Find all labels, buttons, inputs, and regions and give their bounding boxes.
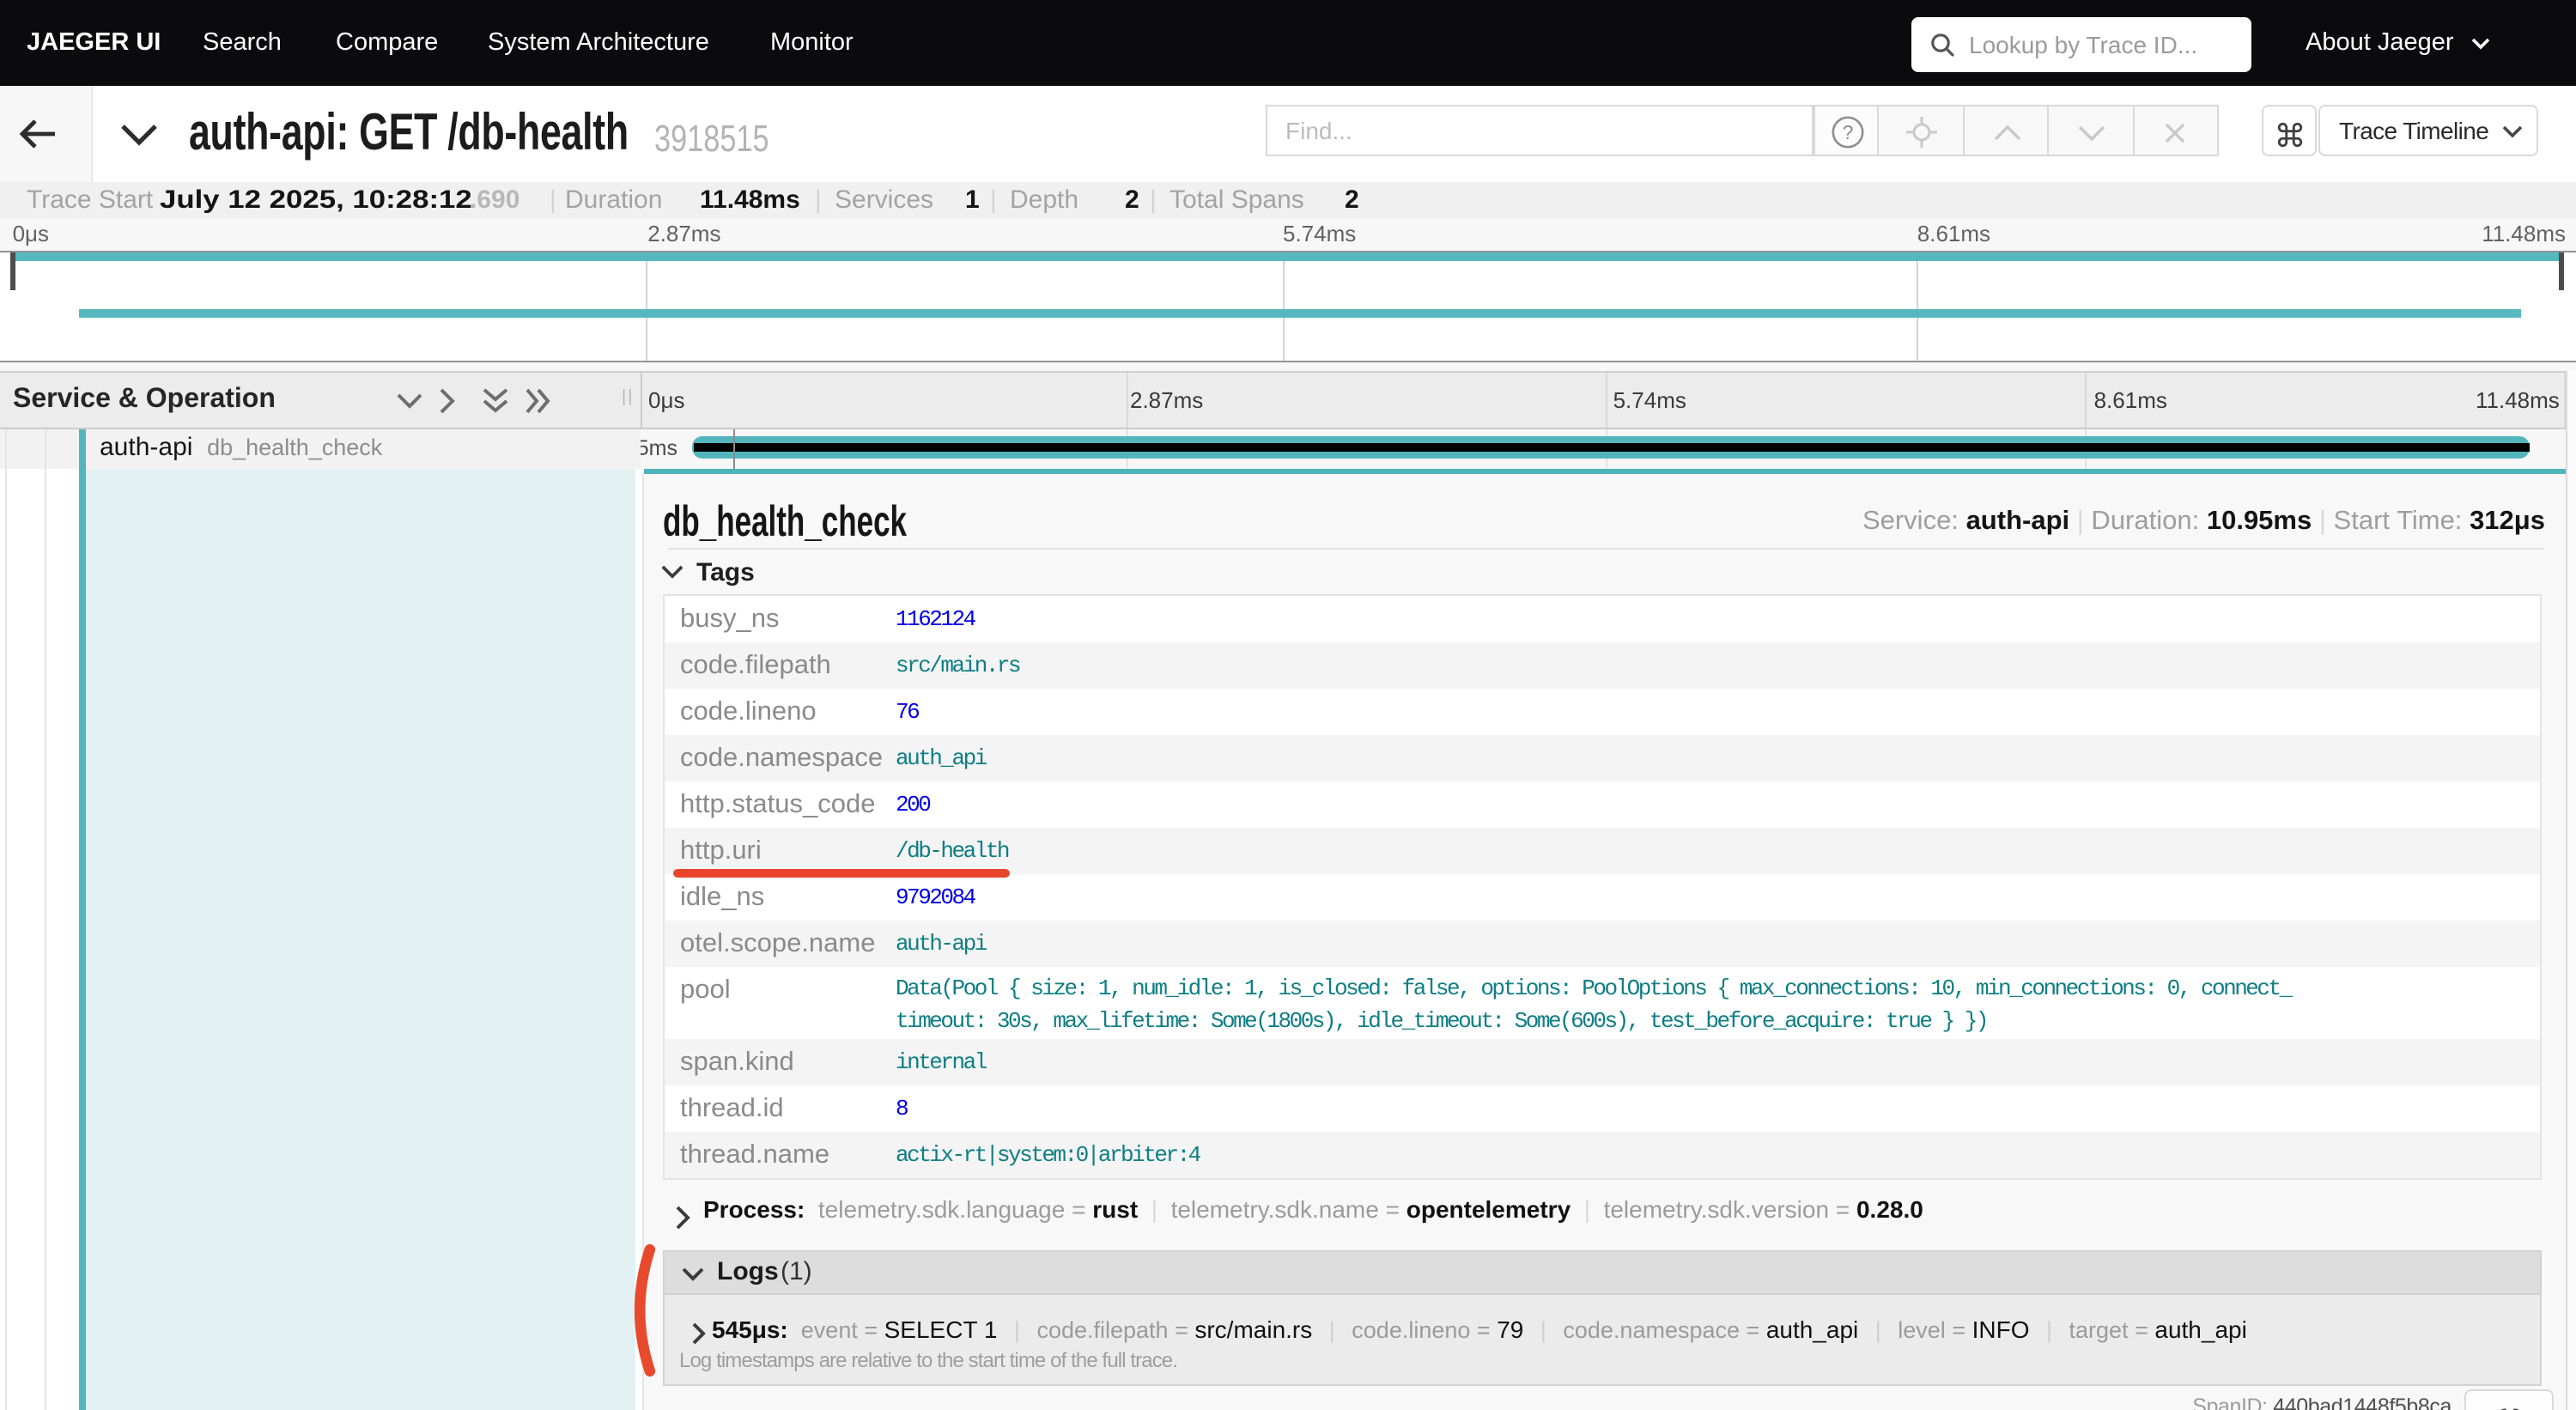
svg-text:?: ? <box>1842 121 1853 143</box>
